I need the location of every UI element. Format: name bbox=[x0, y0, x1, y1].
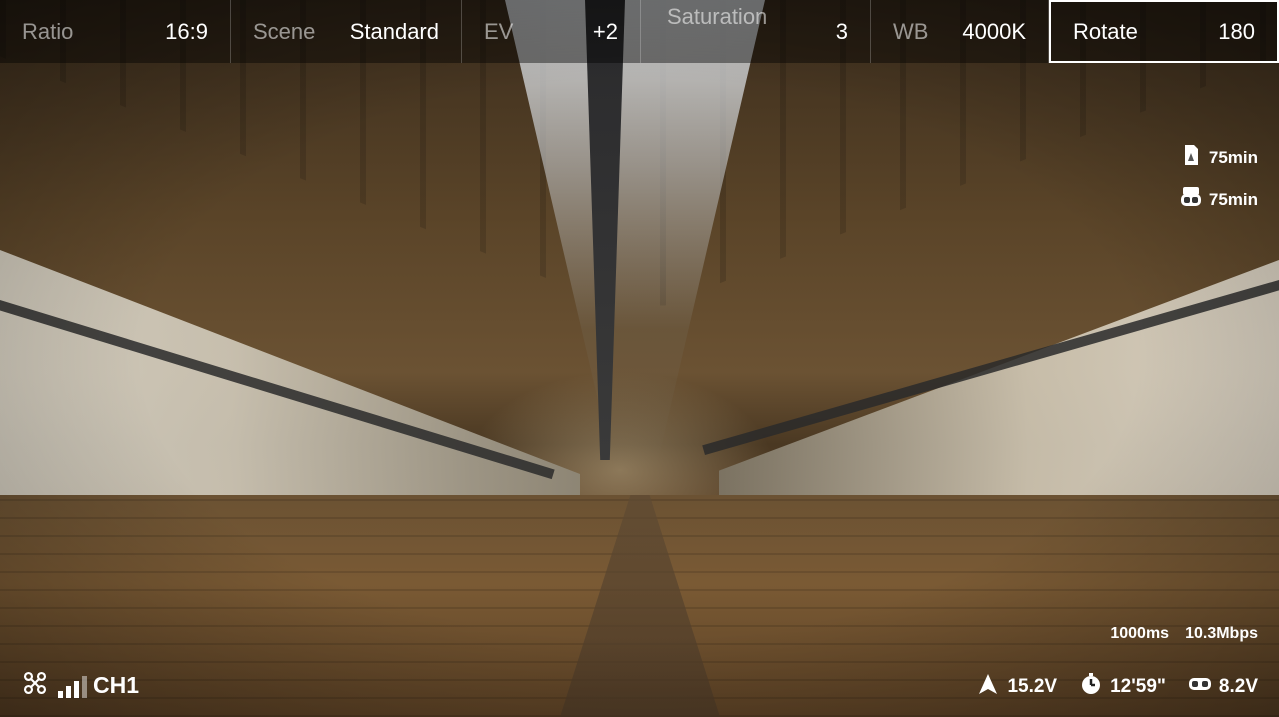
camera-feed bbox=[0, 0, 1279, 717]
setting-label: Ratio bbox=[22, 18, 74, 44]
bitrate-value: 10.3Mbps bbox=[1185, 625, 1258, 642]
camera-settings-bar: Ratio 16:9 Scene Standard EV +2 Saturati… bbox=[0, 0, 1279, 63]
setting-wb[interactable]: WB 4000K bbox=[871, 0, 1049, 63]
feed-vignette bbox=[0, 0, 1279, 717]
setting-label: Scene bbox=[253, 18, 316, 44]
setting-ev[interactable]: EV +2 bbox=[462, 0, 641, 63]
setting-value: 3 bbox=[835, 18, 848, 44]
setting-ratio[interactable]: Ratio 16:9 bbox=[0, 0, 231, 63]
goggles-voltage-value: 8.2V bbox=[1218, 676, 1258, 697]
aircraft-voltage-value: 15.2V bbox=[1007, 676, 1058, 697]
setting-label: Rotate bbox=[1073, 18, 1138, 44]
flight-timer: 12'59" bbox=[1079, 672, 1166, 702]
setting-value: 4000K bbox=[962, 18, 1026, 44]
setting-value: Standard bbox=[349, 18, 439, 44]
setting-value: +2 bbox=[592, 18, 618, 44]
timer-icon bbox=[1079, 672, 1103, 702]
setting-rotate[interactable]: Rotate 180 bbox=[1049, 0, 1279, 63]
goggles-remaining-time: 75min bbox=[1208, 189, 1258, 209]
setting-value: 180 bbox=[1218, 18, 1255, 44]
channel-status: CH1 bbox=[22, 670, 139, 701]
sd-remaining-indicator: 75min bbox=[1179, 143, 1258, 172]
goggles-battery-icon bbox=[1188, 672, 1212, 702]
setting-label: EV bbox=[484, 18, 514, 44]
channel-label: CH1 bbox=[93, 672, 140, 698]
sd-remaining-time: 75min bbox=[1208, 147, 1258, 167]
drone-icon bbox=[22, 670, 48, 701]
goggles-voltage: 8.2V bbox=[1188, 672, 1258, 702]
sd-card-icon bbox=[1179, 143, 1203, 172]
goggles-icon bbox=[1179, 185, 1203, 214]
setting-saturation[interactable]: Saturation 3 bbox=[641, 0, 871, 63]
bottom-status: 15.2V 12'59" 8.2V bbox=[976, 672, 1258, 702]
setting-label: Saturation bbox=[667, 4, 768, 29]
goggles-recording-indicator: 75min bbox=[1179, 185, 1258, 214]
flight-time-value: 12'59" bbox=[1110, 676, 1166, 697]
setting-scene[interactable]: Scene Standard bbox=[231, 0, 462, 63]
signal-bars-icon bbox=[58, 674, 87, 698]
latency-value: 1000ms bbox=[1110, 625, 1170, 642]
aircraft-arrow-icon bbox=[976, 672, 1000, 702]
aircraft-voltage: 15.2V bbox=[976, 672, 1057, 702]
setting-label: WB bbox=[893, 18, 929, 44]
link-info: 1000ms 10.3Mbps bbox=[1110, 625, 1258, 643]
setting-value: 16:9 bbox=[165, 18, 208, 44]
